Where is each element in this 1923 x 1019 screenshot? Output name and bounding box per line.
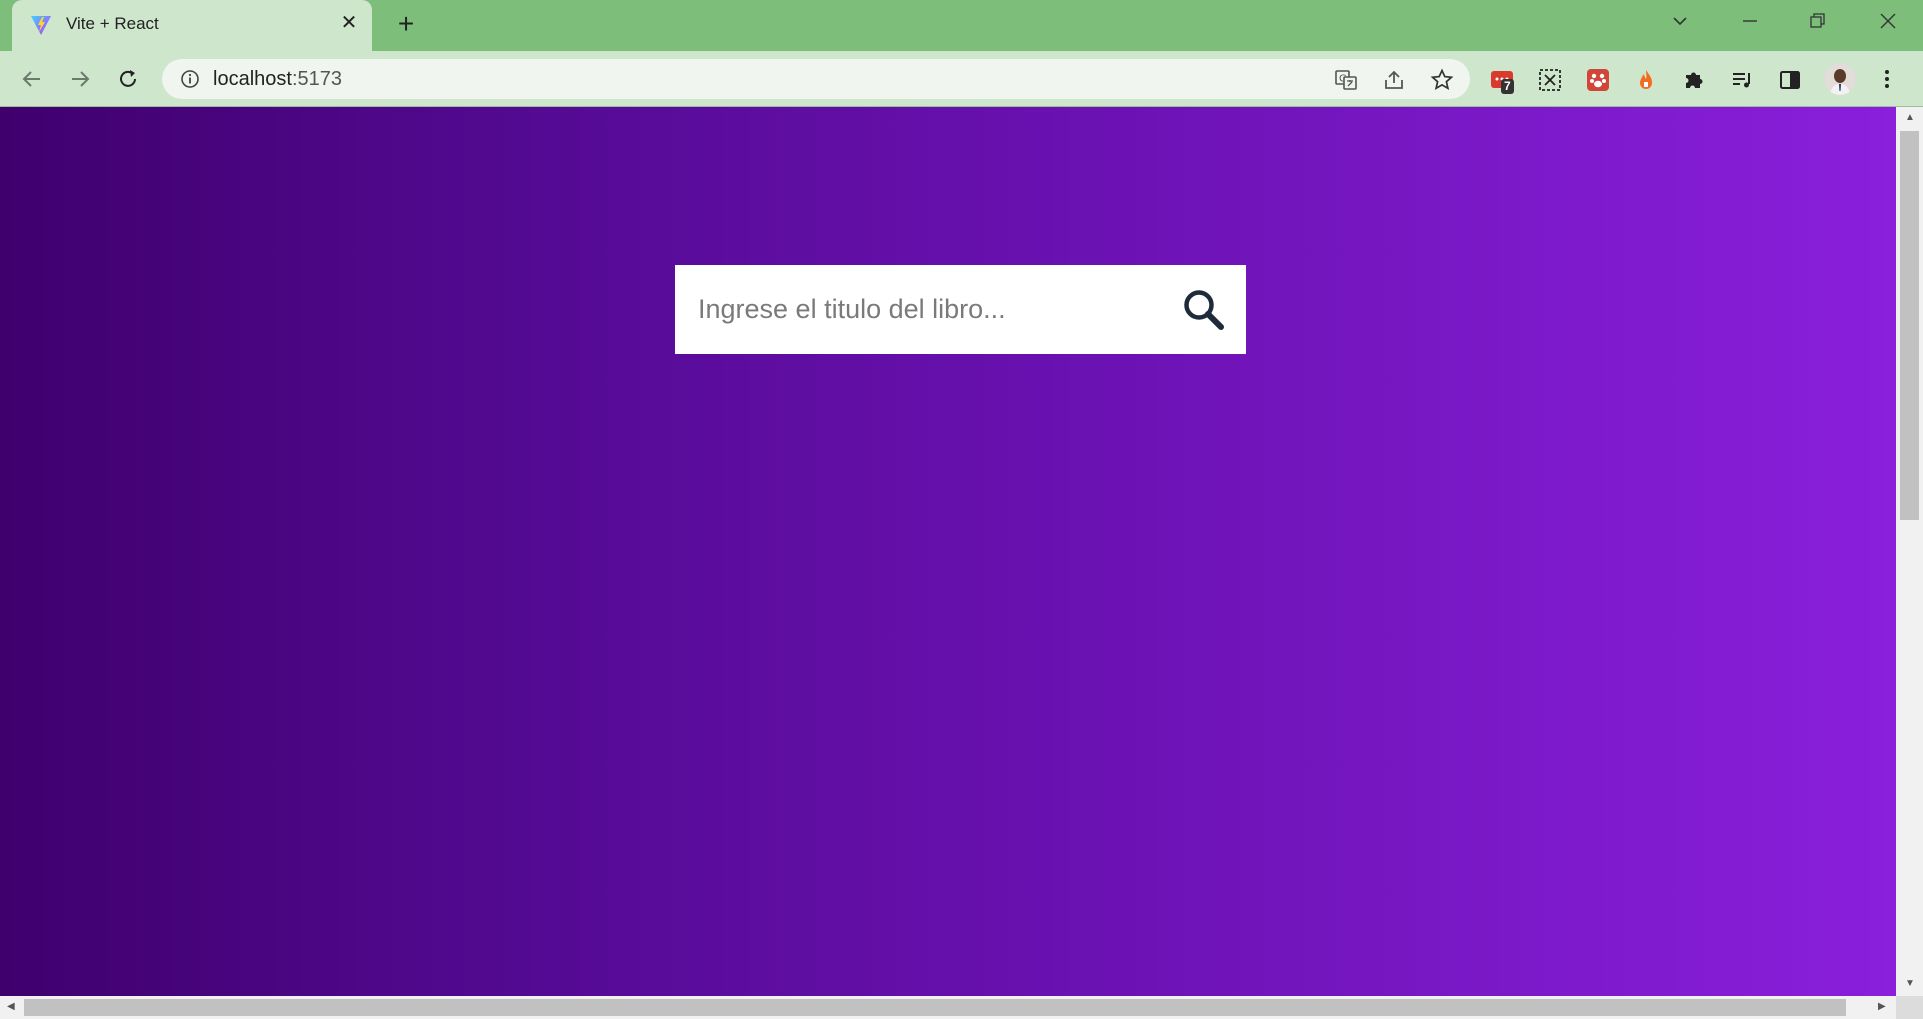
info-icon[interactable] bbox=[180, 69, 200, 89]
browser-toolbar: localhost:5173 G 7 bbox=[0, 51, 1923, 107]
close-tab-icon[interactable]: ✕ bbox=[338, 12, 360, 34]
address-bar[interactable]: localhost:5173 G bbox=[162, 59, 1470, 99]
restore-button[interactable] bbox=[1796, 6, 1840, 36]
ext-flame-icon[interactable] bbox=[1631, 65, 1661, 95]
forward-arrow-icon bbox=[72, 71, 90, 87]
minimize-icon bbox=[1743, 20, 1757, 22]
media-queue-icon[interactable] bbox=[1727, 65, 1757, 95]
search-icon bbox=[1184, 290, 1224, 330]
restore-icon bbox=[1810, 13, 1825, 28]
scroll-down-arrow-icon[interactable]: ▼ bbox=[1905, 979, 1915, 989]
tab-search-button[interactable] bbox=[1658, 6, 1702, 36]
url-host: localhost bbox=[213, 68, 292, 90]
more-vertical-icon bbox=[1885, 70, 1889, 88]
vite-logo-icon bbox=[30, 14, 52, 36]
book-title-search-input[interactable] bbox=[675, 265, 1165, 354]
chevron-down-icon bbox=[1673, 17, 1687, 26]
new-tab-button[interactable]: + bbox=[392, 10, 420, 39]
puzzle-icon[interactable] bbox=[1679, 65, 1709, 95]
vertical-scroll-thumb[interactable] bbox=[1900, 131, 1919, 520]
reload-icon bbox=[120, 70, 136, 87]
reload-button[interactable] bbox=[112, 63, 144, 95]
horizontal-scrollbar[interactable]: ◀ ▶ bbox=[0, 996, 1896, 1019]
vertical-scrollbar[interactable]: ▲ ▼ bbox=[1896, 107, 1923, 996]
ext-red-icon[interactable]: 7 bbox=[1487, 65, 1517, 95]
horizontal-scroll-thumb[interactable] bbox=[24, 999, 1846, 1016]
forward-button[interactable] bbox=[64, 63, 96, 95]
close-icon bbox=[1880, 13, 1896, 29]
minimize-button[interactable] bbox=[1728, 6, 1772, 36]
star-icon[interactable] bbox=[1430, 68, 1454, 92]
extension-badge: 7 bbox=[1501, 79, 1514, 94]
url-text[interactable]: localhost:5173 bbox=[213, 68, 342, 91]
tab-strip: Vite + React ✕ + bbox=[0, 0, 1923, 51]
scrollbar-corner bbox=[1896, 996, 1923, 1019]
scroll-left-arrow-icon[interactable]: ◀ bbox=[7, 1002, 15, 1012]
profile-avatar[interactable] bbox=[1824, 63, 1856, 95]
search-bar bbox=[675, 265, 1246, 354]
close-window-button[interactable] bbox=[1866, 6, 1910, 36]
back-arrow-icon bbox=[22, 71, 40, 87]
scroll-right-arrow-icon[interactable]: ▶ bbox=[1878, 1002, 1886, 1012]
tab-title: Vite + React bbox=[66, 14, 159, 33]
page-viewport bbox=[0, 107, 1896, 996]
translate-icon[interactable]: G bbox=[1334, 68, 1358, 92]
ext-screenshot-icon[interactable] bbox=[1535, 65, 1565, 95]
scroll-up-arrow-icon[interactable]: ▲ bbox=[1905, 113, 1915, 123]
browser-tab[interactable]: Vite + React ✕ bbox=[12, 0, 372, 51]
search-button[interactable] bbox=[1180, 286, 1228, 334]
ext-paw-icon[interactable] bbox=[1583, 65, 1613, 95]
browser-menu-button[interactable] bbox=[1872, 64, 1902, 94]
share-icon[interactable] bbox=[1382, 68, 1406, 92]
url-port: :5173 bbox=[291, 68, 342, 90]
back-button[interactable] bbox=[16, 63, 48, 95]
side-panel-icon[interactable] bbox=[1775, 65, 1805, 95]
